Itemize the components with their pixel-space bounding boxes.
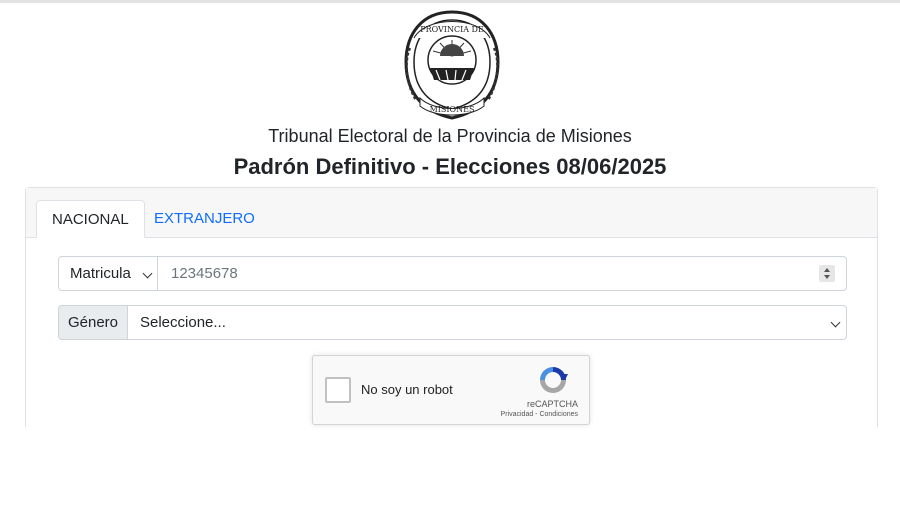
document-input-group: Matricula 12345678	[58, 256, 847, 291]
number-spinner-icon[interactable]	[819, 265, 835, 282]
province-seal-logo: PROVINCIA DE MISIONES	[404, 10, 500, 120]
spinner-up-icon[interactable]	[824, 268, 830, 272]
top-divider	[0, 0, 900, 3]
gender-select-value: Seleccione...	[140, 314, 226, 331]
tab-nacional[interactable]: NACIONAL	[36, 200, 145, 238]
document-number-value: 12345678	[171, 265, 238, 282]
organization-name: Tribunal Electoral de la Provincia de Mi…	[268, 126, 632, 146]
document-type-select[interactable]: Matricula	[58, 256, 158, 291]
card-tabs-header: NACIONAL EXTRANJERO	[26, 188, 877, 238]
page-title: Padrón Definitivo - Elecciones 08/06/202…	[233, 154, 667, 179]
gender-input-group: Género Seleccione...	[58, 305, 847, 340]
recaptcha-checkbox-label: No soy un robot	[361, 382, 453, 397]
recaptcha-links: Privacidad - Condiciones	[501, 411, 578, 418]
seal-bottom-text: MISIONES	[430, 105, 475, 114]
seal-top-text: PROVINCIA DE	[420, 25, 484, 34]
gender-label: Género	[58, 305, 128, 340]
spinner-down-icon[interactable]	[824, 275, 830, 279]
recaptcha-terms-link[interactable]: Condiciones	[539, 411, 578, 418]
recaptcha-widget: No soy un robot reCAPTCHA Privacidad - C…	[312, 355, 590, 425]
document-number-input[interactable]: 12345678	[157, 256, 847, 291]
chevron-down-icon	[830, 317, 841, 328]
document-type-value: Matricula	[70, 265, 131, 282]
gender-select[interactable]: Seleccione...	[127, 305, 847, 340]
recaptcha-privacy-link[interactable]: Privacidad	[501, 411, 534, 418]
tab-extranjero[interactable]: EXTRANJERO	[139, 200, 270, 238]
recaptcha-checkbox[interactable]	[325, 377, 351, 403]
chevron-down-icon	[142, 268, 153, 279]
recaptcha-logo-icon	[540, 367, 568, 393]
recaptcha-brand: reCAPTCHA	[526, 399, 578, 409]
